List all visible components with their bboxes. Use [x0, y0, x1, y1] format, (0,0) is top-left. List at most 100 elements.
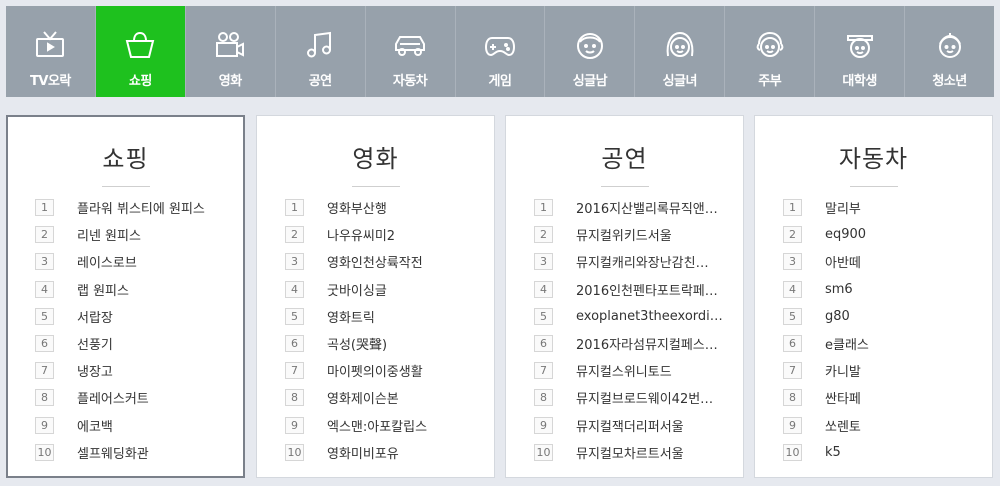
rank-keyword-link[interactable]: 랩 원피스: [77, 280, 129, 299]
rank-keyword-link[interactable]: 뮤지컬브로드웨이42번…: [576, 388, 713, 407]
rank-item[interactable]: 5 영화트릭: [257, 303, 494, 330]
rank-keyword-link[interactable]: exoplanet3theexordium: [576, 309, 726, 324]
rank-item[interactable]: 3 뮤지컬캐리와장난감친…: [506, 248, 743, 275]
rank-keyword-link[interactable]: 뮤지컬잭더리퍼서울: [576, 416, 684, 435]
rank-item[interactable]: 9 에코백: [8, 412, 243, 439]
rank-item[interactable]: 7 뮤지컬스위니토드: [506, 357, 743, 384]
nav-tab-tv[interactable]: TV오락: [6, 6, 96, 97]
rank-item[interactable]: 10 영화미비포유: [257, 439, 494, 466]
rank-item[interactable]: 7 냉장고: [8, 357, 243, 384]
rank-number: 3: [285, 253, 304, 271]
rank-item[interactable]: 9 뮤지컬잭더리퍼서울: [506, 412, 743, 439]
rank-keyword-link[interactable]: 선풍기: [77, 334, 113, 353]
rank-item[interactable]: 3 아반떼: [755, 248, 992, 275]
rank-keyword-link[interactable]: 영화부산행: [327, 198, 387, 217]
rank-item[interactable]: 10 뮤지컬모차르트서울: [506, 439, 743, 466]
rank-keyword-link[interactable]: 냉장고: [77, 361, 113, 380]
rank-keyword-link[interactable]: 영화트릭: [327, 307, 375, 326]
rank-keyword-link[interactable]: 에코백: [77, 416, 113, 435]
rank-keyword-link[interactable]: 2016지산밸리록뮤직앤…: [576, 198, 718, 217]
rank-keyword-link[interactable]: 뮤지컬위키드서울: [576, 225, 672, 244]
rank-number: 2: [285, 226, 304, 244]
rank-item[interactable]: 5 g80: [755, 303, 992, 330]
rank-keyword-link[interactable]: 뮤지컬모차르트서울: [576, 443, 684, 462]
rank-keyword-link[interactable]: 말리부: [825, 198, 861, 217]
woman-face-icon: [663, 28, 697, 62]
nav-tab-shopping[interactable]: 쇼핑: [95, 6, 186, 97]
rank-item[interactable]: 4 2016인천펜타포트락페…: [506, 276, 743, 303]
rank-keyword-link[interactable]: 리넨 원피스: [77, 225, 141, 244]
rank-item[interactable]: 5 서랍장: [8, 303, 243, 330]
rank-item[interactable]: 1 영화부산행: [257, 194, 494, 221]
rank-item[interactable]: 6 2016자라섬뮤지컬페스…: [506, 330, 743, 357]
rank-item[interactable]: 9 쏘렌토: [755, 412, 992, 439]
rank-number: 9: [783, 416, 802, 434]
rank-item[interactable]: 6 선풍기: [8, 330, 243, 357]
rank-keyword-link[interactable]: 나우유씨미2: [327, 225, 395, 244]
rank-item[interactable]: 1 2016지산밸리록뮤직앤…: [506, 194, 743, 221]
rank-keyword-link[interactable]: 싼타페: [825, 388, 861, 407]
rank-keyword-link[interactable]: 2016인천펜타포트락페…: [576, 280, 718, 299]
rank-keyword-link[interactable]: 영화제이슨본: [327, 388, 399, 407]
rank-keyword-link[interactable]: 영화인천상륙작전: [327, 252, 423, 271]
rank-keyword-link[interactable]: g80: [825, 309, 850, 324]
nav-tab-movie[interactable]: 영화: [186, 6, 276, 97]
rank-keyword-link[interactable]: 곡성(哭聲): [327, 334, 387, 353]
rank-keyword-link[interactable]: k5: [825, 445, 841, 460]
rank-item[interactable]: 2 eq900: [755, 221, 992, 248]
nav-tab-label: 영화: [218, 74, 242, 89]
rank-keyword-link[interactable]: e클래스: [825, 334, 869, 353]
nav-tab-housewife[interactable]: 주부: [725, 6, 816, 97]
rank-item[interactable]: 2 리넨 원피스: [8, 221, 243, 248]
rank-keyword-link[interactable]: 뮤지컬캐리와장난감친…: [576, 252, 709, 271]
rank-keyword-link[interactable]: 영화미비포유: [327, 443, 399, 462]
rank-item[interactable]: 5 exoplanet3theexordium: [506, 303, 743, 330]
rank-item[interactable]: 10 k5: [755, 439, 992, 466]
nav-tab-single-man[interactable]: 싱글남: [545, 6, 636, 97]
card-title: 쇼핑: [102, 145, 149, 173]
rank-item[interactable]: 3 영화인천상륙작전: [257, 248, 494, 275]
nav-tab-car[interactable]: 자동차: [366, 6, 456, 97]
rank-keyword-link[interactable]: 서랍장: [77, 307, 113, 326]
rank-item[interactable]: 9 엑스맨:아포칼립스: [257, 412, 494, 439]
rank-item[interactable]: 7 마이펫의이중생활: [257, 357, 494, 384]
rank-item[interactable]: 4 랩 원피스: [8, 276, 243, 303]
rank-item[interactable]: 4 굿바이싱글: [257, 276, 494, 303]
rank-number: 6: [285, 335, 304, 353]
rank-keyword-link[interactable]: eq900: [825, 227, 866, 242]
nav-tab-teen[interactable]: 청소년: [905, 6, 994, 97]
rank-item[interactable]: 1 말리부: [755, 194, 992, 221]
rank-keyword-link[interactable]: 마이펫의이중생활: [327, 361, 423, 380]
rank-keyword-link[interactable]: 굿바이싱글: [327, 280, 387, 299]
nav-tab-college[interactable]: 대학생: [815, 6, 906, 97]
rank-item[interactable]: 6 곡성(哭聲): [257, 330, 494, 357]
rank-item[interactable]: 7 카니발: [755, 357, 992, 384]
rank-keyword-link[interactable]: 뮤지컬스위니토드: [576, 361, 672, 380]
rank-keyword-link[interactable]: sm6: [825, 282, 853, 297]
rank-keyword-link[interactable]: 플라워 뷔스티에 원피스: [77, 198, 205, 217]
rank-keyword-link[interactable]: 쏘렌토: [825, 416, 861, 435]
nav-tab-game[interactable]: 게임: [456, 6, 546, 97]
rank-keyword-link[interactable]: 셀프웨딩화관: [77, 443, 149, 462]
rank-item[interactable]: 6 e클래스: [755, 330, 992, 357]
rank-item[interactable]: 10 셀프웨딩화관: [8, 439, 243, 466]
rank-keyword-link[interactable]: 레이스로브: [77, 252, 137, 271]
rank-keyword-link[interactable]: 2016자라섬뮤지컬페스…: [576, 334, 718, 353]
rank-item[interactable]: 1 플라워 뷔스티에 원피스: [8, 194, 243, 221]
rank-item[interactable]: 8 싼타페: [755, 384, 992, 411]
rank-item[interactable]: 2 나우유씨미2: [257, 221, 494, 248]
rank-item[interactable]: 8 영화제이슨본: [257, 384, 494, 411]
rank-item[interactable]: 3 레이스로브: [8, 248, 243, 275]
rank-item[interactable]: 2 뮤지컬위키드서울: [506, 221, 743, 248]
rank-keyword-link[interactable]: 카니발: [825, 361, 861, 380]
rank-item[interactable]: 8 플레어스커트: [8, 384, 243, 411]
category-nav: TV오락 쇼핑 영화 공연 자동차 게임 싱글남 싱글녀 주부 대학생 청소년: [6, 6, 994, 97]
nav-tab-single-woman[interactable]: 싱글녀: [635, 6, 726, 97]
rank-keyword-link[interactable]: 플레어스커트: [77, 388, 149, 407]
teen-face-icon: [933, 28, 967, 62]
rank-keyword-link[interactable]: 엑스맨:아포칼립스: [327, 416, 427, 435]
rank-keyword-link[interactable]: 아반떼: [825, 252, 861, 271]
rank-item[interactable]: 8 뮤지컬브로드웨이42번…: [506, 384, 743, 411]
rank-item[interactable]: 4 sm6: [755, 276, 992, 303]
nav-tab-performance[interactable]: 공연: [276, 6, 366, 97]
